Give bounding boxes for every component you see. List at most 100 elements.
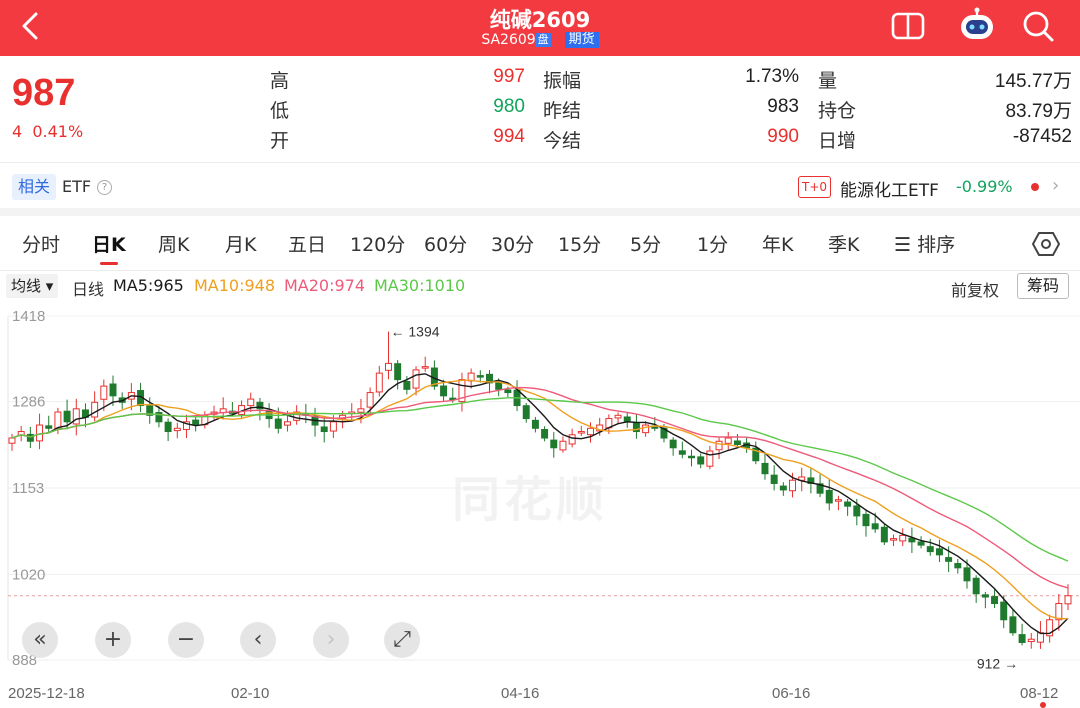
chevron-right-icon[interactable]: › [1052, 175, 1059, 196]
candle [697, 456, 705, 465]
candle [880, 526, 888, 543]
related-etf-label: ETF [62, 177, 92, 196]
related-etf-name[interactable]: 能源化工ETF [840, 176, 939, 201]
robot-assistant-icon[interactable] [957, 6, 997, 46]
night-session-tag: 盘 [535, 33, 551, 47]
split-view-icon[interactable] [888, 6, 928, 46]
candle [770, 474, 778, 484]
candle [834, 499, 842, 502]
candle [164, 421, 172, 433]
kline-chart[interactable]: 1418128611531020888← 1394912 → [0, 300, 1080, 680]
indicator-selector[interactable]: 均线 ▾ [6, 274, 59, 298]
t0-badge: T+0 [798, 176, 832, 198]
y-tick-label: 1153 [12, 480, 44, 497]
candle [320, 426, 328, 433]
fullscreen-button[interactable]: ⤢ [384, 622, 420, 658]
scroll-right-button[interactable]: › [313, 622, 349, 658]
zoom-in-button[interactable]: + [95, 622, 131, 658]
prev-settle-label: 昨结 [543, 100, 582, 122]
candle [890, 538, 898, 541]
header-bar: 纯碱2609 SA2609 盘期货 [0, 0, 1080, 56]
tab-five-day[interactable]: 五日 [288, 230, 326, 257]
candle [173, 427, 181, 432]
candle [100, 385, 108, 400]
candle [853, 505, 861, 517]
candle [8, 437, 16, 444]
related-etf-change: -0.99% [956, 177, 1013, 196]
today-settle-value: 990 [767, 126, 799, 147]
candle [844, 501, 852, 507]
prev-settle-value: 983 [767, 96, 799, 117]
divider [0, 162, 1080, 163]
candle [45, 425, 53, 429]
candle [394, 363, 402, 381]
ma5-line [11, 373, 1069, 635]
high-label: 高 [270, 70, 290, 92]
today-settle-label: 今结 [543, 130, 582, 152]
tab-60min[interactable]: 60分 [424, 230, 467, 257]
daily-change-value: -87452 [1012, 126, 1072, 147]
candle [109, 383, 117, 397]
candle [504, 389, 512, 394]
candle [440, 385, 448, 397]
scroll-to-start-button[interactable]: « [22, 622, 58, 658]
low-label: 低 [270, 100, 290, 122]
zoom-out-button[interactable]: − [168, 622, 204, 658]
candle [825, 489, 833, 504]
candle [761, 462, 769, 475]
tab-sort[interactable]: ☰ 排序 [894, 230, 955, 257]
candle [54, 411, 62, 430]
tab-daily-k[interactable]: 日K [92, 230, 126, 257]
candle [981, 594, 989, 598]
candle [541, 429, 549, 439]
candle [614, 414, 622, 419]
candle [72, 408, 80, 425]
adjust-mode[interactable]: 前复权 [951, 277, 999, 301]
open-interest-value: 83.79万 [1005, 101, 1072, 122]
tab-30min[interactable]: 30分 [491, 230, 534, 257]
related-badge[interactable]: 相关 [12, 174, 57, 200]
chips-button[interactable]: 筹码 [1017, 273, 1070, 299]
last-price: 987 [12, 72, 76, 114]
tab-quarterly-k[interactable]: 季K [828, 230, 859, 257]
scroll-left-button[interactable]: ‹ [240, 622, 276, 658]
candle [1009, 616, 1017, 634]
candle [963, 567, 971, 582]
candle [476, 375, 484, 378]
candle [715, 440, 723, 451]
tab-weekly-k[interactable]: 周K [158, 230, 189, 257]
tab-yearly-k[interactable]: 年K [762, 230, 793, 257]
low-value: 980 [493, 96, 525, 117]
search-icon[interactable] [1018, 6, 1058, 46]
candle [935, 548, 943, 556]
x-tick-label: 08-12 [1020, 685, 1059, 702]
open-value: 994 [493, 126, 525, 147]
candle [385, 362, 392, 371]
candle [91, 401, 99, 418]
tab-15min[interactable]: 15分 [558, 230, 601, 257]
x-tick-label: 04-16 [501, 685, 540, 702]
candle [945, 557, 953, 562]
candle [587, 427, 594, 436]
candle [1000, 601, 1008, 621]
futures-tag: 期货 [564, 32, 599, 48]
section-divider [0, 208, 1080, 216]
tab-intraday[interactable]: 分时 [22, 230, 60, 257]
divider [0, 270, 1080, 271]
tab-1min[interactable]: 1分 [697, 230, 728, 257]
tab-5min[interactable]: 5分 [630, 230, 661, 257]
tab-monthly-k[interactable]: 月K [225, 230, 256, 257]
change-percent: 0.41% [32, 122, 84, 141]
high-value: 997 [493, 66, 525, 87]
period-label: 日线 [72, 280, 105, 299]
tab-120min[interactable]: 120分 [350, 230, 405, 257]
volume-label: 量 [818, 70, 838, 92]
candle [577, 431, 585, 434]
candle [522, 405, 530, 420]
help-icon[interactable]: ? [97, 180, 112, 195]
settings-hexagon-icon[interactable] [1032, 231, 1060, 257]
candle [568, 434, 576, 445]
open-interest-label: 持仓 [818, 100, 857, 122]
candle [706, 450, 714, 467]
candle [329, 421, 337, 432]
